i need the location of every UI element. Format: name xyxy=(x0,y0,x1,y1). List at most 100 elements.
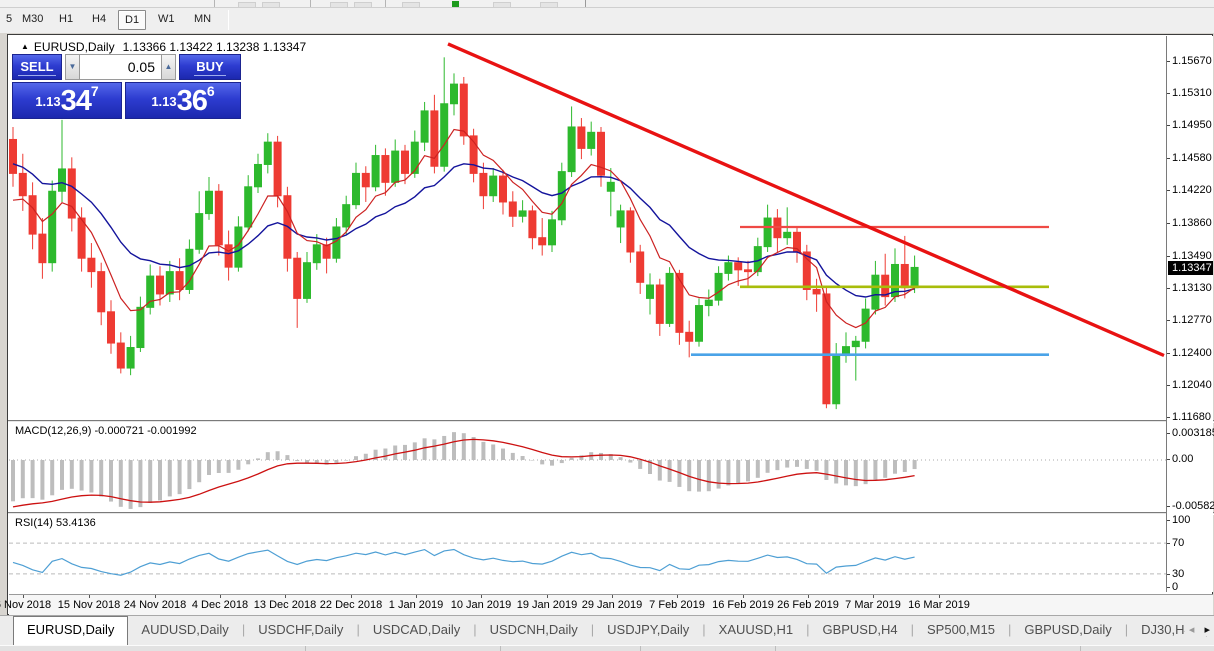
toolbar-separator xyxy=(214,0,215,7)
tab-audusd-daily[interactable]: AUDUSD,Daily xyxy=(128,616,241,645)
timeframe-button-m30[interactable]: M30 xyxy=(16,10,49,30)
axis-tick xyxy=(1167,417,1170,419)
date-axis-label: 22 Dec 2018 xyxy=(319,599,383,611)
date-tick xyxy=(612,595,613,598)
tab-gbpusd-h4[interactable]: GBPUSD,H4 xyxy=(809,616,910,645)
tab-scroll-left-icon[interactable]: ◂ xyxy=(1189,624,1195,636)
macd-pane[interactable]: MACD(12,26,9) -0.000721 -0.001992 xyxy=(9,423,1166,512)
date-axis-label: 6 Nov 2018 xyxy=(0,599,52,611)
volume-input[interactable]: 0.05 xyxy=(80,54,161,80)
axis-tick xyxy=(1167,125,1170,127)
macd-label: MACD(12,26,9) -0.000721 -0.001992 xyxy=(15,425,197,437)
price-axis-label: 1.15670 xyxy=(1172,55,1212,67)
toolbar-separator xyxy=(310,0,311,7)
sell-button[interactable]: SELL xyxy=(12,54,62,80)
tab-usdcnh-daily[interactable]: USDCNH,Daily xyxy=(477,616,591,645)
axis-tick xyxy=(1167,385,1170,387)
axis-tick xyxy=(1167,520,1170,521)
date-tick xyxy=(155,595,156,598)
date-tick xyxy=(808,595,809,598)
date-axis: 6 Nov 2018 15 Nov 2018 24 Nov 2018 4 Dec 20… xyxy=(0,594,1213,615)
date-axis-label: 16 Mar 2019 xyxy=(908,599,970,611)
axis-tick xyxy=(1167,505,1170,507)
tab-usdcad-daily[interactable]: USDCAD,Daily xyxy=(360,616,473,645)
tab-gbpusd-daily[interactable]: GBPUSD,Daily xyxy=(1011,616,1124,645)
date-axis-label: 7 Mar 2019 xyxy=(845,599,901,611)
macd-axis-label: 0.00 xyxy=(1172,453,1194,465)
date-axis-label: 4 Dec 2018 xyxy=(191,599,249,611)
timeframe-button-h1[interactable]: H1 xyxy=(53,10,79,30)
trading-platform-window: 5 M30 H1 H4 D1 W1 MN ▲ EURUSD,Daily 1.13366 1.13… xyxy=(0,0,1214,651)
tab-eurusd-daily[interactable]: EURUSD,Daily xyxy=(13,616,129,645)
axis-tick xyxy=(1167,287,1170,289)
tab-usdchf-daily[interactable]: USDCHF,Daily xyxy=(245,616,356,645)
date-axis-label: 26 Feb 2019 xyxy=(777,599,839,611)
date-axis-label: 24 Nov 2018 xyxy=(123,599,187,611)
price-axis-label: 1.15310 xyxy=(1172,87,1212,100)
rsi-axis-label: 70 xyxy=(1172,537,1185,550)
rsi-label: RSI(14) 53.4136 xyxy=(15,517,96,529)
tab-scroll-right-icon[interactable]: ▸ xyxy=(1204,624,1210,636)
descending-trendline xyxy=(447,42,1165,358)
toolbar-separator xyxy=(385,0,386,7)
date-tick xyxy=(89,595,90,598)
date-tick xyxy=(677,595,678,598)
price-axis-label: 1.12040 xyxy=(1172,379,1212,392)
date-axis-label: 7 Feb 2019 xyxy=(649,599,705,611)
volume-increase-button[interactable]: ▲ xyxy=(161,54,176,80)
axis-tick xyxy=(1167,158,1170,160)
axis-tick xyxy=(1167,222,1170,224)
date-tick xyxy=(220,595,221,598)
rsi-chart xyxy=(9,542,1166,576)
price-axis-label: 1.13860 xyxy=(1172,216,1212,229)
chart-window: ▲ EURUSD,Daily 1.13366 1.13422 1.13238 1.1… xyxy=(0,34,1214,615)
collapse-triangle-icon[interactable]: ▲ xyxy=(21,42,29,51)
rsi-axis-label: 30 xyxy=(1172,567,1185,580)
timeframe-button-d1[interactable]: D1 xyxy=(118,10,147,30)
sell-price-sup: 7 xyxy=(90,83,99,99)
tab-usdjpy-daily[interactable]: USDJPY,Daily xyxy=(594,616,702,645)
sell-price-panel[interactable]: 1.13347 xyxy=(12,82,122,119)
chart-ohlc-values: 1.13366 1.13422 1.13238 1.13347 xyxy=(122,40,307,54)
axis-tick xyxy=(1167,459,1170,460)
price-axis: 1.13347 1.15670 1.15310 1.14950 1.14580 1.14… xyxy=(1166,36,1214,593)
sell-price-big: 34 xyxy=(60,85,92,117)
date-axis-label: 19 Jan 2019 xyxy=(516,599,578,611)
macd-axis-label: 0.003185 xyxy=(1172,427,1214,440)
axis-tick xyxy=(1167,61,1170,62)
status-strip xyxy=(0,645,1214,651)
top-toolbar xyxy=(0,0,1214,8)
symbol-tab-bar: EURUSD,Daily AUDUSD,Daily | USDCHF,Daily | US… xyxy=(0,615,1214,645)
axis-tick xyxy=(1167,573,1170,575)
axis-tick xyxy=(1167,190,1170,192)
date-tick xyxy=(23,595,24,598)
volume-decrease-button[interactable]: ▼ xyxy=(65,54,80,80)
date-tick xyxy=(547,595,548,598)
date-axis-label: 1 Jan 2019 xyxy=(388,599,444,611)
price-axis-label: 1.13130 xyxy=(1172,281,1212,294)
date-tick xyxy=(939,595,940,598)
timeframe-button-h4[interactable]: H4 xyxy=(86,10,112,30)
toolbar-separator xyxy=(228,10,229,30)
axis-tick xyxy=(1167,319,1170,321)
date-axis-label: 15 Nov 2018 xyxy=(57,599,121,611)
axis-tick xyxy=(1167,93,1170,95)
chart-header: ▲ EURUSD,Daily 1.13366 1.13422 1.13238 1.1… xyxy=(21,40,306,54)
axis-tick xyxy=(1167,433,1170,435)
date-axis-label: 16 Feb 2019 xyxy=(712,599,774,611)
axis-tick xyxy=(1167,352,1170,354)
tab-xauusd-h1[interactable]: XAUUSD,H1 xyxy=(706,616,806,645)
buy-price-sup: 6 xyxy=(206,83,215,99)
rsi-pane[interactable]: RSI(14) 53.4136 xyxy=(9,515,1166,592)
buy-price-panel[interactable]: 1.13366 xyxy=(125,82,241,119)
date-tick xyxy=(416,595,417,598)
buy-button[interactable]: BUY xyxy=(179,54,241,80)
price-axis-label: 1.12770 xyxy=(1172,313,1212,326)
price-axis-label: 1.14950 xyxy=(1172,119,1212,132)
timeframe-button-mn[interactable]: MN xyxy=(188,10,217,30)
timeframe-button-w1[interactable]: W1 xyxy=(152,10,181,30)
price-chart-pane[interactable]: ▲ EURUSD,Daily 1.13366 1.13422 1.13238 1.1… xyxy=(9,36,1166,420)
tab-sp500-m15[interactable]: SP500,M15 xyxy=(914,616,1008,645)
macd-axis-label: -0.005827 xyxy=(1172,499,1214,512)
date-tick xyxy=(873,595,874,598)
